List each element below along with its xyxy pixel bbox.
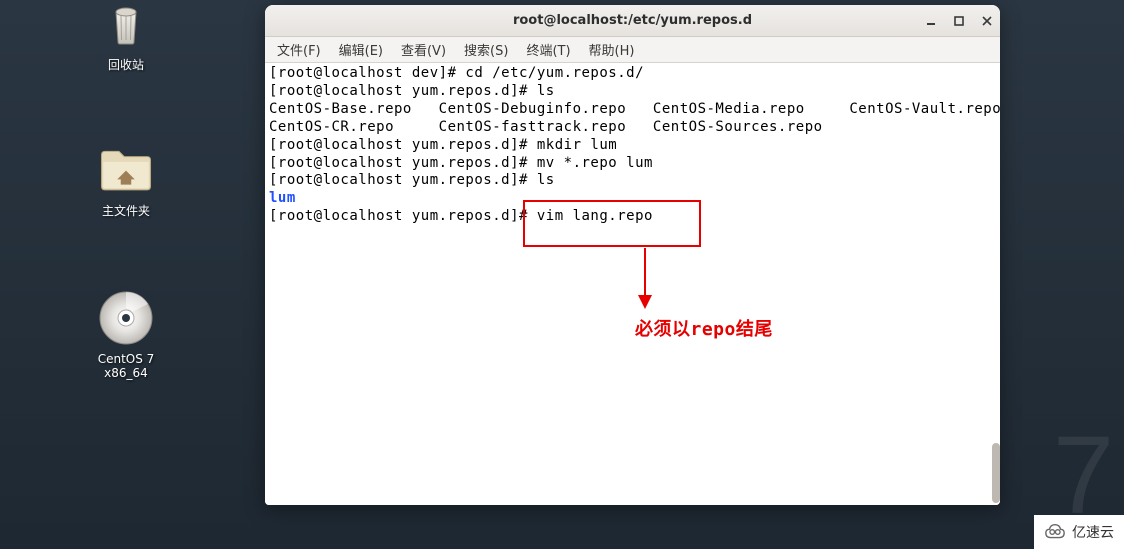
disc-icon — [98, 290, 154, 346]
terminal-line-dir: lum — [269, 190, 996, 208]
terminal-line: [root@localhost yum.repos.d]# ls — [269, 83, 996, 101]
close-button[interactable] — [980, 14, 994, 28]
cloud-icon — [1044, 521, 1066, 543]
terminal-line: CentOS-Base.repo CentOS-Debuginfo.repo C… — [269, 101, 996, 119]
scrollbar-thumb[interactable] — [992, 443, 1000, 503]
desktop-icon-label: 回收站 — [108, 56, 144, 73]
annotation-arrow — [630, 245, 660, 315]
minimize-icon — [926, 16, 936, 26]
window-title: root@localhost:/etc/yum.repos.d — [513, 13, 752, 28]
menu-file[interactable]: 文件(F) — [269, 38, 329, 61]
menubar: 文件(F) 编辑(E) 查看(V) 搜索(S) 终端(T) 帮助(H) — [265, 37, 1000, 63]
maximize-icon — [954, 16, 964, 26]
trash-icon — [98, 0, 154, 50]
minimize-button[interactable] — [924, 14, 938, 28]
provider-watermark: 亿速云 — [1034, 515, 1124, 549]
desktop-icon-label: CentOS 7 x86_64 — [76, 352, 176, 380]
folder-home-icon — [98, 140, 154, 196]
desktop-icon-home[interactable]: 主文件夹 — [76, 140, 176, 219]
menu-edit[interactable]: 编辑(E) — [331, 38, 391, 61]
close-icon — [982, 16, 992, 26]
menu-help[interactable]: 帮助(H) — [581, 38, 643, 61]
watermark-text: 亿速云 — [1072, 522, 1114, 542]
menu-view[interactable]: 查看(V) — [393, 38, 454, 61]
maximize-button[interactable] — [952, 14, 966, 28]
terminal-line: [root@localhost yum.repos.d]# mv *.repo … — [269, 155, 996, 173]
desktop-icon-trash[interactable]: 回收站 — [76, 0, 176, 73]
terminal-area[interactable]: [root@localhost dev]# cd /etc/yum.repos.… — [265, 63, 1000, 505]
terminal-line: CentOS-CR.repo CentOS-fasttrack.repo Cen… — [269, 119, 996, 137]
terminal-line: [root@localhost yum.repos.d]# vim lang.r… — [269, 208, 996, 226]
annotation-label: 必须以repo结尾 — [635, 318, 773, 341]
desktop-icon-disc[interactable]: CentOS 7 x86_64 — [76, 290, 176, 380]
menu-terminal[interactable]: 终端(T) — [518, 38, 578, 61]
terminal-line: [root@localhost yum.repos.d]# mkdir lum — [269, 137, 996, 155]
terminal-line: [root@localhost yum.repos.d]# ls — [269, 172, 996, 190]
menu-search[interactable]: 搜索(S) — [456, 38, 516, 61]
window-titlebar[interactable]: root@localhost:/etc/yum.repos.d — [265, 5, 1000, 37]
terminal-line: [root@localhost dev]# cd /etc/yum.repos.… — [269, 65, 996, 83]
terminal-window: root@localhost:/etc/yum.repos.d 文件(F) 编辑… — [265, 5, 1000, 505]
desktop-icon-label: 主文件夹 — [102, 202, 150, 219]
